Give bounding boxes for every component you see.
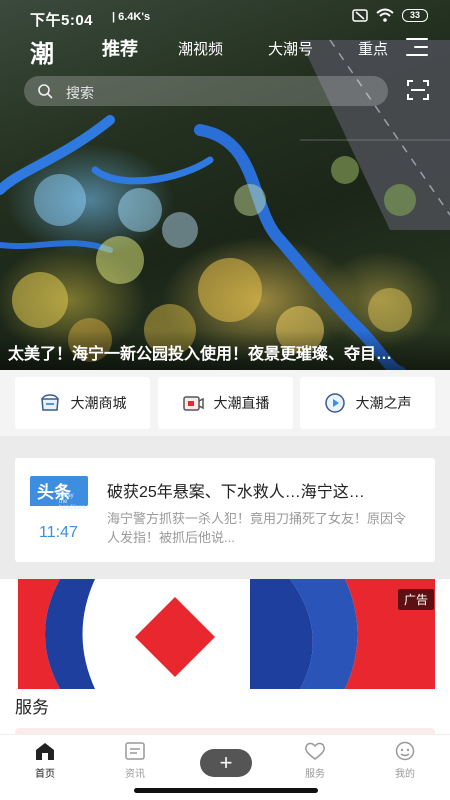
nav-news[interactable]: 资讯 bbox=[105, 741, 165, 780]
nav-service[interactable]: 服务 bbox=[285, 741, 345, 780]
home-icon bbox=[36, 743, 54, 760]
status-icons: 33 bbox=[352, 8, 428, 22]
ad-graphic bbox=[0, 579, 450, 689]
quick-link-live[interactable]: 大潮直播 bbox=[158, 377, 293, 429]
plus-icon: + bbox=[219, 750, 233, 775]
nav-label: 服务 bbox=[305, 769, 325, 780]
headline-time: 11:47 bbox=[39, 524, 78, 541]
nav-label: 我的 bbox=[395, 769, 415, 780]
shop-icon bbox=[40, 394, 59, 411]
hero-caption[interactable]: 太美了！海宁一新公园投入使用！夜景更璀璨、夺目… bbox=[0, 330, 450, 370]
profile-icon bbox=[395, 741, 415, 761]
badge-sub-2: the headlines bbox=[59, 499, 85, 511]
app-logo: 潮 bbox=[30, 40, 54, 68]
menu-icon[interactable] bbox=[406, 38, 428, 58]
ad-tag: 广告 bbox=[397, 589, 434, 610]
signal-off-icon bbox=[352, 8, 368, 22]
home-indicator bbox=[134, 788, 318, 793]
tab-video[interactable]: 潮视频 bbox=[178, 38, 223, 59]
quick-link-mall[interactable]: 大潮商城 bbox=[15, 377, 150, 429]
publish-button[interactable]: + bbox=[200, 749, 252, 777]
headline-card[interactable]: 头条 today the headlines 11:47 破获25年悬案、下水救… bbox=[15, 458, 435, 562]
headline-badge-subtitle: today the headlines bbox=[59, 493, 88, 511]
quick-link-label: 大潮直播 bbox=[213, 395, 270, 411]
hero-banner[interactable]: 下午5:04 | 6.4K's 33 潮 推荐 潮视频 大潮号 重点 搜索 太美… bbox=[0, 0, 450, 370]
play-icon bbox=[324, 393, 345, 413]
headline-summary: 海宁警方抓获一杀人犯！竟用刀捅死了女友！原因令人发指！被抓后他说... bbox=[107, 511, 407, 545]
nav-home[interactable]: 首页 bbox=[15, 741, 75, 780]
heart-icon bbox=[305, 742, 325, 760]
quick-link-voice[interactable]: 大潮之声 bbox=[300, 377, 435, 429]
headline-badge-block: 头条 today the headlines 11:47 bbox=[30, 476, 88, 548]
tab-key[interactable]: 重点 bbox=[358, 38, 388, 59]
search-icon bbox=[38, 84, 53, 99]
headline-section: 头条 today the headlines 11:47 破获25年悬案、下水救… bbox=[0, 454, 450, 579]
search-input[interactable]: 搜索 bbox=[66, 83, 94, 103]
tab-recommend[interactable]: 推荐 bbox=[102, 35, 138, 61]
tab-dachaohao[interactable]: 大潮号 bbox=[268, 38, 313, 59]
app-screen: 下午5:04 | 6.4K's 33 潮 推荐 潮视频 大潮号 重点 搜索 太美… bbox=[0, 0, 450, 800]
quick-link-label: 大潮之声 bbox=[355, 395, 412, 411]
nav-label: 首页 bbox=[35, 769, 55, 780]
quick-link-label: 大潮商城 bbox=[70, 395, 127, 411]
status-time: 下午5:04 bbox=[30, 12, 94, 29]
ad-banner[interactable]: 广告 bbox=[0, 579, 450, 689]
status-bar: 下午5:04 | 6.4K's 33 bbox=[0, 0, 450, 34]
nav-profile[interactable]: 我的 bbox=[375, 741, 435, 780]
network-speed: | 6.4K's bbox=[112, 11, 151, 23]
scan-icon[interactable] bbox=[406, 78, 430, 102]
news-icon bbox=[125, 742, 145, 760]
nav-label: 资讯 bbox=[125, 769, 145, 780]
battery-icon: 33 bbox=[402, 8, 428, 22]
services-title: 服务 bbox=[15, 698, 49, 717]
live-icon bbox=[182, 396, 204, 411]
wifi-icon bbox=[376, 8, 394, 22]
headline-title[interactable]: 破获25年悬案、下水救人…海宁这… bbox=[107, 478, 419, 502]
divider bbox=[0, 436, 450, 454]
quick-links: 大潮商城 大潮直播 大潮之声 bbox=[0, 370, 450, 436]
search-bar[interactable]: 搜索 bbox=[24, 76, 388, 106]
top-navigation: 潮 推荐 潮视频 大潮号 重点 bbox=[0, 34, 450, 70]
